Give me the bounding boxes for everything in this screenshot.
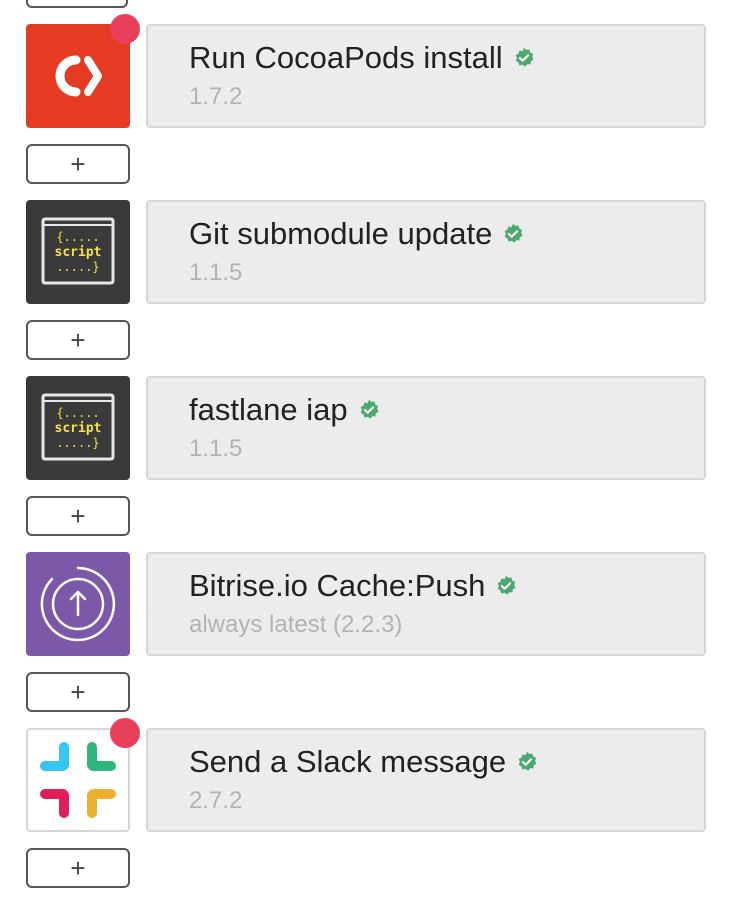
- verified-badge-icon: [515, 47, 534, 67]
- add-step-button[interactable]: +: [26, 672, 130, 712]
- verified-badge-icon: [518, 751, 537, 771]
- step-title: Send a Slack message: [189, 744, 507, 779]
- add-step-button[interactable]: +: [26, 144, 130, 184]
- step-version: always latest (2.2.3): [189, 611, 403, 638]
- add-step-button[interactable]: +: [26, 320, 130, 360]
- workflow-steps-list: Run CocoaPods install 1.7.2 + {..... scr…: [0, 0, 730, 900]
- step-card-bitrise-cache-push[interactable]: Bitrise.io Cache:Push always latest (2.2…: [146, 552, 706, 656]
- script-icon-line2: script: [55, 421, 102, 436]
- step-card-run-cocoapods-install[interactable]: Run CocoaPods install 1.7.2: [146, 24, 706, 128]
- step-version: 1.1.5: [189, 435, 243, 462]
- script-icon-line1: {.....: [56, 230, 99, 244]
- add-step-button[interactable]: +: [26, 496, 130, 536]
- script-icon[interactable]: {..... script .....}: [26, 376, 130, 480]
- step-row: {..... script .....} fastlane iap 1.1.5: [0, 376, 730, 480]
- script-icon-line1: {.....: [56, 406, 99, 420]
- add-step-button[interactable]: +: [26, 848, 130, 888]
- cache-push-icon[interactable]: [26, 552, 130, 656]
- step-title: fastlane iap: [189, 392, 348, 427]
- step-title: Run CocoaPods install: [189, 40, 503, 75]
- step-version: 2.7.2: [189, 787, 243, 814]
- verified-badge-icon: [505, 223, 523, 243]
- step-row: Send a Slack message 2.7.2: [0, 718, 730, 832]
- step-title: Bitrise.io Cache:Push: [189, 568, 486, 603]
- step-card-git-submodule-update[interactable]: Git submodule update 1.1.5: [146, 200, 706, 304]
- script-icon[interactable]: {..... script .....}: [26, 200, 130, 304]
- script-icon-line2: script: [55, 245, 102, 260]
- cocoapods-icon[interactable]: [26, 14, 140, 128]
- add-step-button-top[interactable]: [26, 0, 128, 8]
- script-icon-line3: .....}: [56, 436, 99, 450]
- step-card-fastlane-iap[interactable]: fastlane iap 1.1.5: [146, 376, 706, 480]
- alert-badge: [110, 718, 140, 748]
- step-row: {..... script .....} Git submodule updat…: [0, 200, 730, 304]
- step-title: Git submodule update: [189, 216, 493, 251]
- script-icon-line3: .....}: [56, 260, 99, 274]
- alert-badge: [110, 14, 140, 44]
- step-row: Run CocoaPods install 1.7.2: [0, 14, 730, 128]
- step-row: Bitrise.io Cache:Push always latest (2.2…: [0, 552, 730, 656]
- step-version: 1.7.2: [189, 83, 243, 110]
- verified-badge-icon: [498, 575, 516, 595]
- step-card-send-slack-message[interactable]: Send a Slack message 2.7.2: [146, 728, 706, 832]
- slack-icon[interactable]: [26, 718, 140, 832]
- verified-badge-icon: [360, 399, 379, 419]
- step-version: 1.1.5: [189, 259, 243, 286]
